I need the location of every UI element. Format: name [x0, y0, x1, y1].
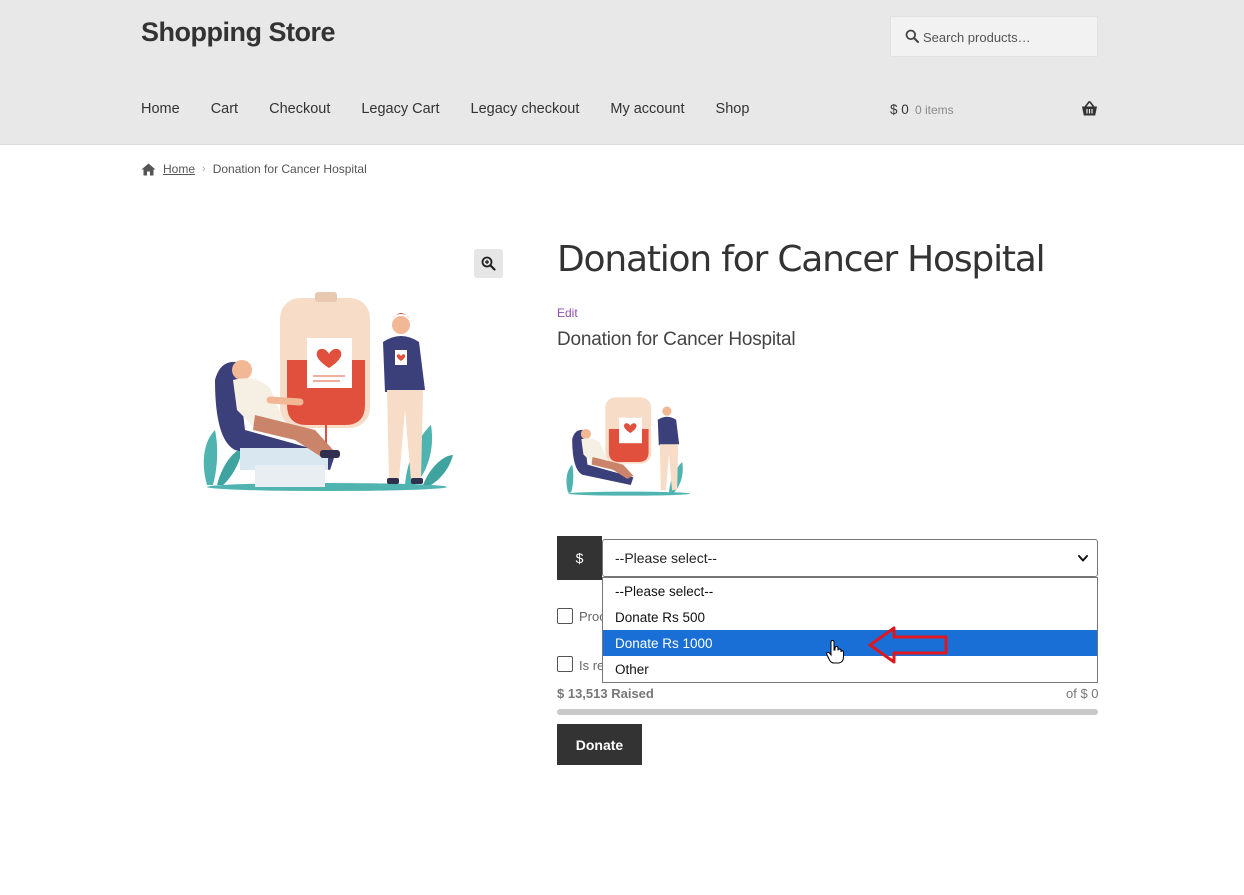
option-donate-500[interactable]: Donate Rs 500	[603, 604, 1097, 630]
nav-item-legacy-cart[interactable]: Legacy Cart	[361, 101, 439, 117]
cart-amount[interactable]: $ 0	[890, 102, 909, 117]
site-title[interactable]: Shopping Store	[141, 17, 335, 48]
zoom-in-icon	[481, 256, 496, 271]
breadcrumb-separator: ›	[202, 163, 206, 175]
currency-symbol: $	[557, 536, 602, 580]
nav-item-home[interactable]: Home	[141, 101, 180, 117]
breadcrumb-current: Donation for Cancer Hospital	[212, 162, 367, 176]
breadcrumb: Home › Donation for Cancer Hospital	[141, 162, 367, 176]
chevron-down-icon	[1078, 555, 1088, 562]
select-current-value: --Please select--	[615, 550, 717, 566]
checkbox-2-label: Is re	[579, 658, 605, 673]
cart-item-count[interactable]: 0 items	[915, 103, 954, 117]
checkbox-2[interactable]	[557, 656, 573, 672]
option-other[interactable]: Other	[603, 656, 1097, 682]
nav-item-checkout[interactable]: Checkout	[269, 101, 330, 117]
nav-item-cart[interactable]: Cart	[211, 101, 238, 117]
hand-pointer-icon	[826, 640, 844, 664]
home-icon	[141, 163, 156, 175]
product-title: Donation for Cancer Hospital	[557, 239, 1046, 280]
donation-progress-bar	[557, 709, 1098, 715]
product-image[interactable]	[195, 290, 460, 495]
product-thumbnail	[566, 397, 691, 496]
edit-link[interactable]: Edit	[557, 306, 578, 320]
donate-button[interactable]: Donate	[557, 724, 642, 765]
product-description: Donation for Cancer Hospital	[557, 329, 796, 350]
amount-raised: $ 13,513 Raised	[557, 686, 654, 701]
nav-item-legacy-checkout[interactable]: Legacy checkout	[471, 101, 580, 117]
primary-nav: Home Cart Checkout Legacy Cart Legacy ch…	[141, 101, 780, 117]
search-input[interactable]	[923, 27, 1091, 47]
option-donate-1000[interactable]: Donate Rs 1000	[603, 630, 1097, 656]
option-please-select[interactable]: --Please select--	[603, 578, 1097, 604]
breadcrumb-home-link[interactable]: Home	[163, 162, 195, 176]
nav-item-shop[interactable]: Shop	[716, 101, 750, 117]
checkbox-1[interactable]	[557, 608, 573, 624]
site-header: Shopping Store Home Cart Checkout Legacy…	[0, 0, 1244, 145]
search-icon	[905, 29, 919, 43]
donation-goal: of $ 0	[1066, 686, 1099, 701]
donation-options-dropdown: --Please select-- Donate Rs 500 Donate R…	[602, 577, 1098, 683]
donation-amount-select[interactable]: --Please select--	[602, 539, 1098, 577]
zoom-button[interactable]	[474, 249, 503, 278]
left-arrow-annotation-icon	[868, 626, 948, 664]
basket-icon[interactable]	[1081, 101, 1098, 117]
nav-item-my-account[interactable]: My account	[610, 101, 684, 117]
search-box[interactable]	[890, 16, 1098, 57]
